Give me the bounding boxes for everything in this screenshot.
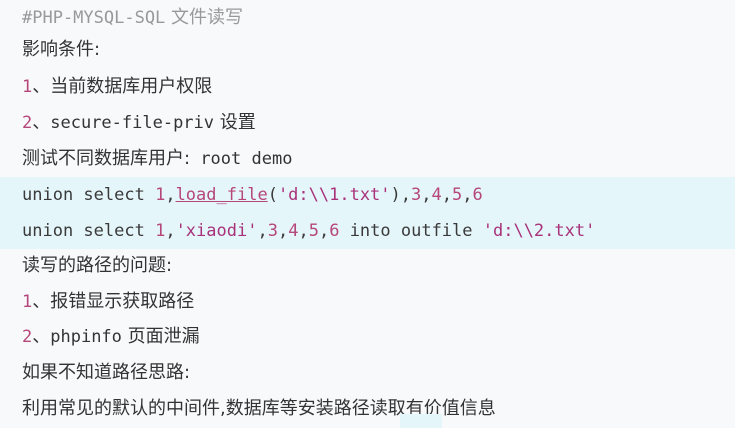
- test-users-line: 测试不同数据库用户: root demo: [0, 141, 292, 177]
- sql1-keywords: union select: [22, 185, 156, 205]
- sql2-string-2: 'd:\\2.txt': [482, 221, 596, 241]
- sql1-num-6: 6: [472, 185, 483, 205]
- sql2-comma-5: ,: [318, 221, 330, 241]
- sql1-comma-3: ,: [421, 185, 432, 205]
- sql2-keywords-outfile: into outfile: [339, 221, 483, 241]
- condition-2-text: 设置: [214, 112, 256, 133]
- sql2-num-5: 5: [308, 221, 319, 241]
- sql1-string: 'd:\\1.txt': [277, 185, 391, 205]
- condition-item-1: 1、当前数据库用户权限: [0, 69, 212, 105]
- sql1-num-5: 5: [452, 185, 463, 205]
- sql2-comma-4: ,: [298, 221, 309, 241]
- title-line: #PHP-MYSQL-SQL 文件读写: [0, 0, 243, 36]
- sql1-comma-4: ,: [441, 185, 453, 205]
- path-1-number: 1: [22, 292, 33, 312]
- path-item-1: 1、报错显示获取路径: [0, 284, 194, 320]
- conditions-label: 影响条件:: [0, 32, 100, 68]
- test-users-list: root demo: [190, 149, 293, 169]
- test-users-label: 测试不同数据库用户:: [22, 148, 191, 169]
- sql-outfile-line: union select 1,'xiaodi',3,4,5,6 into out…: [0, 213, 735, 249]
- sql2-num-4: 4: [288, 221, 299, 241]
- sql2-keywords: union select: [22, 221, 156, 241]
- condition-item-2: 2、secure-file-priv 设置: [0, 105, 256, 141]
- path-2-separator: 、: [32, 326, 51, 347]
- path-1-text: 、报错显示获取路径: [32, 291, 195, 312]
- unknown-path-label-text: 如果不知道路径思路:: [22, 362, 191, 383]
- sql2-num-3: 3: [267, 221, 278, 241]
- sql1-paren-open: (: [267, 185, 278, 205]
- path-label: 读写的路径的问题:: [0, 248, 172, 284]
- sql2-num-1: 1: [155, 221, 166, 241]
- condition-1-text: 、当前数据库用户权限: [32, 76, 213, 97]
- sql2-comma-2: ,: [257, 221, 268, 241]
- condition-2-number: 2: [22, 113, 33, 133]
- title-text: 文件读写: [165, 7, 244, 28]
- sql1-comma-1: ,: [165, 185, 176, 205]
- path-2-number: 2: [22, 327, 33, 347]
- sql-load-file-line: union select 1,load_file('d:\\1.txt'),3,…: [0, 177, 735, 213]
- path-item-2: 2、phpinfo 页面泄漏: [0, 319, 200, 355]
- condition-2-code: secure-file-priv: [50, 113, 215, 133]
- sql1-num-4: 4: [431, 185, 442, 205]
- sql2-string-1: 'xiaodi': [175, 221, 258, 241]
- conditions-label-text: 影响条件:: [22, 39, 101, 60]
- selection-highlight: [400, 414, 442, 428]
- title-code: #PHP-MYSQL-SQL: [22, 8, 166, 28]
- condition-1-number: 1: [22, 77, 33, 97]
- path-2-text: 页面泄漏: [121, 326, 200, 347]
- sql2-comma-1: ,: [165, 221, 176, 241]
- path-2-code: phpinfo: [50, 327, 122, 347]
- sql1-function: load_file: [175, 185, 268, 205]
- sql1-paren-close: ),: [390, 185, 412, 205]
- unknown-path-label: 如果不知道路径思路:: [0, 355, 190, 391]
- sql1-num-1: 1: [155, 185, 166, 205]
- sql2-num-6: 6: [329, 221, 340, 241]
- sql1-num-3: 3: [411, 185, 422, 205]
- path-label-text: 读写的路径的问题:: [22, 255, 173, 276]
- condition-2-separator: 、: [32, 112, 51, 133]
- sql2-comma-3: ,: [277, 221, 289, 241]
- sql1-comma-5: ,: [462, 185, 473, 205]
